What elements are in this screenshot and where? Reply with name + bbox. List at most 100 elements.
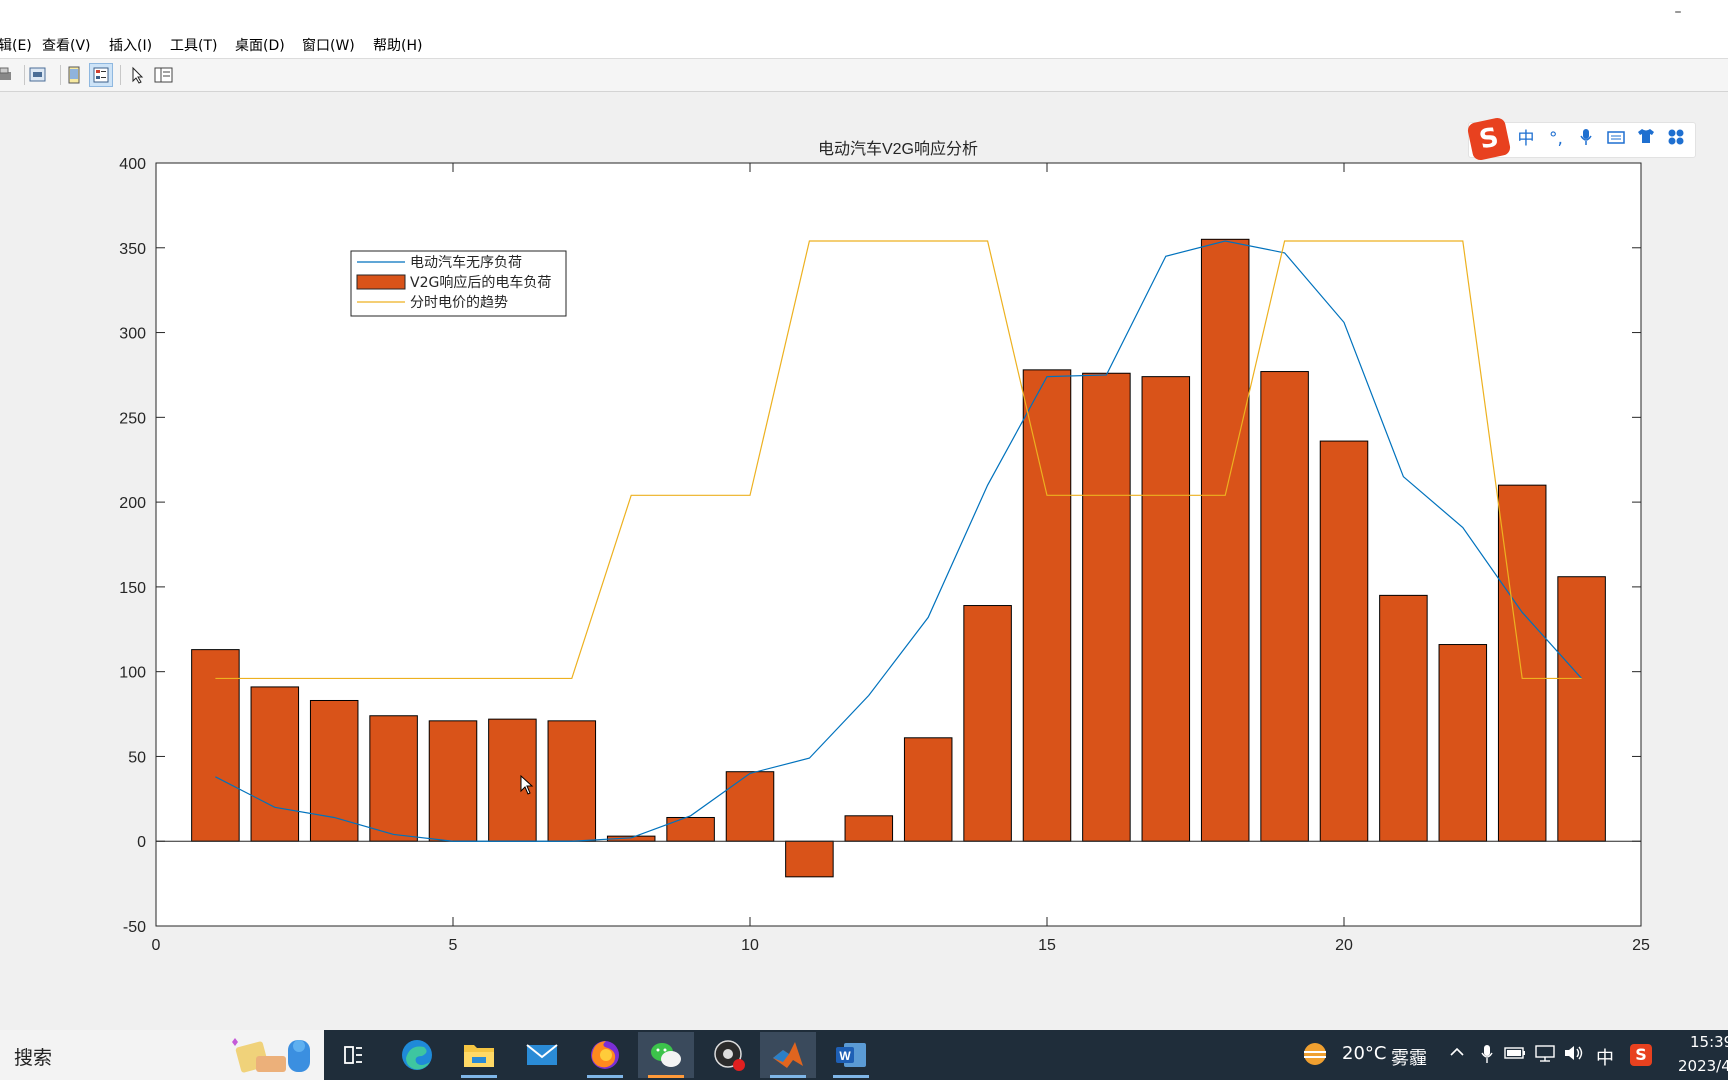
menu-view[interactable]: 查看(V)	[42, 35, 91, 55]
bar-11	[785, 840, 834, 878]
y-tick-label: -50	[123, 919, 146, 936]
sogou-ime-logo[interactable]: S	[1466, 116, 1512, 162]
volume-icon[interactable]	[1563, 1044, 1585, 1066]
mail-taskbar-button[interactable]	[514, 1032, 570, 1078]
bar-10	[725, 771, 775, 842]
chart-title: 电动汽车V2G响应分析	[818, 139, 978, 158]
legend-bar-swatch	[356, 274, 406, 290]
task-view-button[interactable]	[326, 1032, 382, 1078]
edge-taskbar-button[interactable]	[389, 1032, 445, 1078]
bar-22	[1438, 644, 1488, 842]
clock-date[interactable]: 2023/4	[1678, 1057, 1728, 1075]
menu-edit[interactable]: 辑(E)	[0, 35, 32, 55]
bar-17	[1141, 376, 1191, 842]
bar-16	[1082, 372, 1131, 842]
menu-insert[interactable]: 插入(I)	[109, 35, 152, 55]
menu-window[interactable]: 窗口(W)	[302, 35, 355, 55]
y-tick-label: 100	[119, 665, 146, 682]
bar-3	[309, 699, 359, 842]
weather-temperature: 20°C	[1342, 1043, 1387, 1064]
skin-icon[interactable]	[1635, 128, 1657, 150]
search-highlight-illustration-icon	[232, 1038, 310, 1073]
sogou-tray-icon[interactable]: S	[1630, 1044, 1652, 1066]
bar-9	[666, 816, 715, 842]
property-editor-icon	[93, 67, 109, 83]
edge-icon	[402, 1040, 432, 1070]
legend-label-v2g: V2G响应后的电车负荷	[410, 274, 551, 291]
task-view-icon	[344, 1046, 362, 1064]
matlab-icon	[773, 1042, 803, 1068]
chart: 0 5 10 15 20 25 -50 0 50 100 150 200 250 300 350 400 电动…	[119, 139, 1650, 954]
y-tick-label: 50	[128, 749, 146, 766]
obs-taskbar-button[interactable]	[701, 1032, 757, 1078]
search-label: 搜索	[14, 1047, 53, 1069]
y-tick-label: 250	[119, 410, 146, 427]
bar-20	[1319, 440, 1369, 842]
chevron-up-icon[interactable]	[1446, 1044, 1468, 1066]
dock-figure-icon	[68, 66, 80, 84]
weather-condition: 雾霾	[1391, 1048, 1427, 1069]
firefox-icon	[591, 1041, 619, 1069]
bar-7	[547, 720, 597, 842]
menu-bar: 辑(E) 查看(V) 插入(I) 工具(T) 桌面(D) 窗口(W) 帮助(H)	[0, 30, 1728, 59]
toolbox-icon[interactable]	[1665, 128, 1687, 150]
print-button[interactable]	[0, 63, 16, 87]
bar-4	[369, 715, 418, 842]
taskbar-search-box[interactable]: 搜索	[0, 1030, 324, 1080]
minimize-button[interactable]: –	[1668, 2, 1688, 22]
bar-14	[963, 605, 1012, 842]
bar-2	[250, 686, 300, 842]
dock-figure-button[interactable]	[62, 63, 86, 87]
ime-punctuation-toggle[interactable]: °,	[1545, 128, 1567, 150]
clock-time[interactable]: 15:39	[1690, 1033, 1728, 1051]
keyboard-icon[interactable]	[1605, 128, 1627, 150]
window-title-bar: –	[0, 0, 1728, 30]
microphone-icon[interactable]	[1575, 128, 1597, 150]
ime-language-toggle[interactable]: 中	[1515, 128, 1537, 150]
wechat-taskbar-button[interactable]	[638, 1032, 694, 1078]
x-tick-label: 0	[152, 937, 161, 954]
menu-tools[interactable]: 工具(T)	[170, 35, 217, 55]
matlab-taskbar-button[interactable]	[760, 1032, 816, 1078]
pointer-icon	[132, 66, 144, 84]
menu-desktop[interactable]: 桌面(D)	[235, 35, 285, 55]
menu-help[interactable]: 帮助(H)	[373, 35, 422, 55]
figure-toolbar	[0, 59, 1728, 92]
weather-haze-icon	[1304, 1043, 1326, 1065]
x-tick-label: 15	[1038, 937, 1056, 954]
bar-19	[1260, 371, 1309, 842]
x-tick-label: 5	[449, 937, 458, 954]
print-preview-button[interactable]	[26, 63, 50, 87]
word-icon: W	[836, 1043, 866, 1067]
input-method-indicator[interactable]: 中	[1596, 1044, 1614, 1070]
legend-label-price: 分时电价的趋势	[410, 295, 508, 311]
legend-label-unordered: 电动汽车无序负荷	[410, 254, 522, 271]
y-tick-label: 200	[119, 495, 146, 512]
word-taskbar-button[interactable]: W	[823, 1032, 879, 1078]
battery-icon[interactable]	[1504, 1044, 1526, 1066]
x-tick-label: 20	[1335, 937, 1353, 954]
plot-browser-button[interactable]	[152, 63, 176, 87]
file-explorer-taskbar-button[interactable]	[451, 1032, 507, 1078]
y-tick-label: 300	[119, 326, 146, 343]
property-editor-button[interactable]	[89, 63, 113, 87]
firefox-taskbar-button[interactable]	[577, 1032, 633, 1078]
print-icon	[0, 67, 11, 80]
plot-browser-icon	[154, 67, 173, 83]
print-preview-icon	[29, 67, 46, 82]
legend: 电动汽车无序负荷 V2G响应后的电车负荷 分时电价的趋势	[350, 250, 567, 317]
mail-icon	[526, 1044, 558, 1065]
bar-5	[428, 720, 478, 842]
mouse-cursor	[520, 775, 534, 795]
taskbar: 搜索 W 20°C 雾霾 中 S 15:3 2023/4	[0, 1030, 1728, 1080]
y-tick-label: 350	[119, 241, 146, 258]
bar-15	[1022, 369, 1072, 842]
obs-icon	[714, 1040, 745, 1071]
y-tick-label: 400	[119, 156, 146, 173]
network-icon[interactable]	[1534, 1044, 1556, 1066]
edit-plot-button[interactable]	[126, 63, 150, 87]
y-tick-label: 0	[137, 834, 146, 851]
microphone-tray-icon[interactable]	[1476, 1044, 1498, 1066]
file-explorer-icon	[464, 1045, 494, 1067]
figure-canvas: 0 5 10 15 20 25 -50 0 50 100 150 200 250 300 350 400 电动…	[0, 92, 1728, 1030]
